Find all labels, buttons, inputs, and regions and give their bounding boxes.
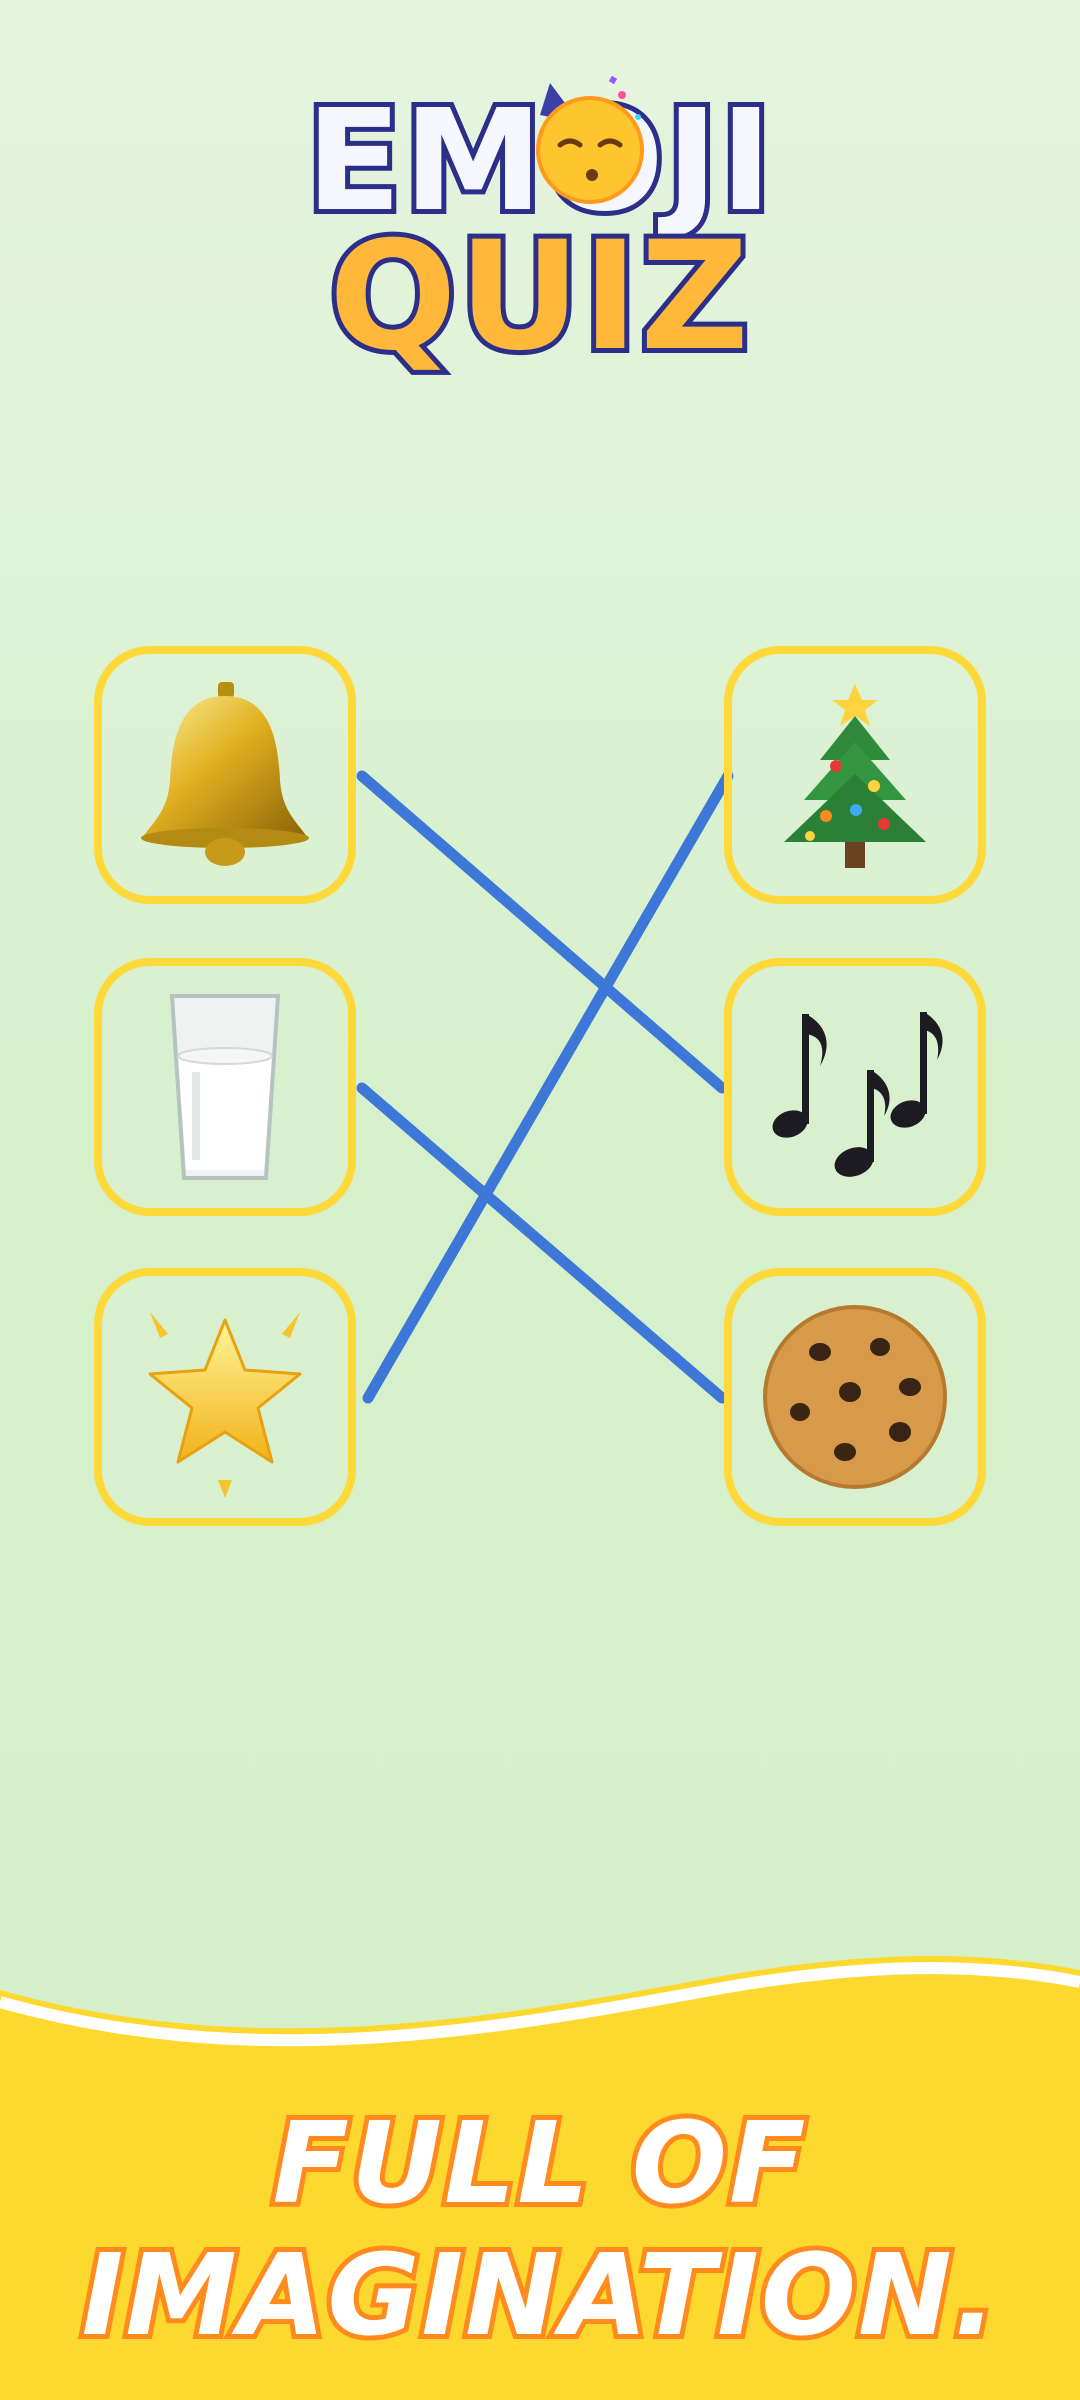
card-musical-notes[interactable] (724, 958, 986, 1216)
card-bell[interactable] (94, 646, 356, 904)
card-star[interactable] (94, 1268, 356, 1526)
bell-icon (141, 682, 309, 866)
star-icon (148, 1312, 302, 1498)
slogan-line-1: FULL OF (268, 2099, 811, 2229)
connection-bell-to-notes (356, 770, 728, 1094)
connection-star-to-tree (362, 770, 734, 1404)
card-milk[interactable] (94, 958, 356, 1216)
milk-icon (169, 994, 281, 1180)
connection-milk-to-cookie (356, 1082, 728, 1404)
music-notes-icon (772, 1012, 943, 1177)
cookie-icon (763, 1305, 947, 1489)
card-christmas-tree[interactable] (724, 646, 986, 904)
card-cookie[interactable] (724, 1268, 986, 1526)
slogan-line-2: IMAGINATION. (77, 2231, 1002, 2361)
christmas-tree-icon (784, 684, 926, 868)
